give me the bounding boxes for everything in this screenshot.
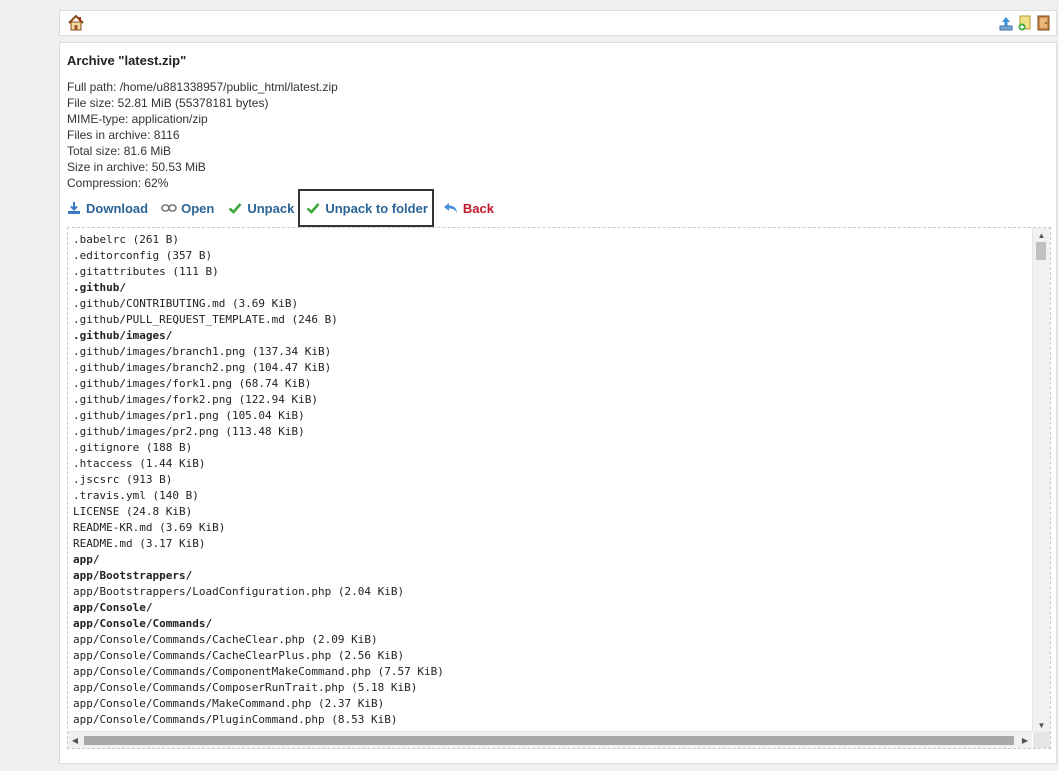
file-entry: .gitattributes (111 B) <box>73 265 219 278</box>
folder-entry: .github/images/ <box>73 329 173 342</box>
back-arrow-icon <box>443 200 459 216</box>
file-entry: app/Bootstrappers/LoadConfiguration.php … <box>73 585 405 598</box>
info-full-path: Full path: /home/u881338957/public_html/… <box>67 80 338 94</box>
scroll-right-icon[interactable]: ▶ <box>1018 732 1032 748</box>
file-entry: .htaccess (1.44 KiB) <box>73 457 206 470</box>
link-icon <box>161 200 177 216</box>
download-button[interactable]: Download <box>66 200 148 216</box>
info-mime-type: MIME-type: application/zip <box>67 112 208 126</box>
back-label: Back <box>462 200 494 216</box>
file-entry: .gitignore (188 B) <box>73 441 193 454</box>
info-files-count: Files in archive: 8116 <box>67 128 180 142</box>
action-bar: Download Open Unpack Unpack to folder Ba… <box>66 189 507 227</box>
horizontal-scrollbar[interactable]: ◀ ▶ <box>68 731 1032 748</box>
folder-entry: app/ <box>73 553 100 566</box>
scroll-up-icon[interactable]: ▲ <box>1033 228 1050 242</box>
scrollbar-corner <box>1033 732 1050 748</box>
file-entry: .github/images/branch2.png (104.47 KiB) <box>73 361 332 374</box>
archive-title: Archive "latest.zip" <box>67 53 187 68</box>
horizontal-scroll-thumb[interactable] <box>84 736 1014 745</box>
exit-icon[interactable] <box>1035 14 1052 32</box>
folder-entry: app/Bootstrappers/ <box>73 569 193 582</box>
file-entry: .github/PULL_REQUEST_TEMPLATE.md (246 B) <box>73 313 338 326</box>
vertical-scroll-thumb[interactable] <box>1036 242 1046 260</box>
new-file-icon[interactable] <box>1016 14 1033 32</box>
file-entry: .babelrc (261 B) <box>73 233 179 246</box>
file-entry: app/Console/Commands/ComposerRunTrait.ph… <box>73 681 418 694</box>
file-entry: .github/CONTRIBUTING.md (3.69 KiB) <box>73 297 299 310</box>
file-list-content: .babelrc (261 B) .editorconfig (357 B) .gi… <box>73 232 444 728</box>
file-entry: app/Console/Commands/ComponentMakeComman… <box>73 665 444 678</box>
unpack-to-folder-label: Unpack to folder <box>325 200 428 216</box>
scroll-left-icon[interactable]: ◀ <box>68 732 82 748</box>
file-entry: README-KR.md (3.69 KiB) <box>73 521 226 534</box>
file-entry: app/Console/Commands/MakeCommand.php (2.… <box>73 697 385 710</box>
file-entry: .jscsrc (913 B) <box>73 473 173 486</box>
file-entry: app/Console/Commands/CacheClearPlus.php … <box>73 649 405 662</box>
file-entry: app/Console/Commands/PluginCommand.php (… <box>73 713 398 726</box>
folder-entry: .github/ <box>73 281 126 294</box>
top-toolbar <box>59 10 1057 36</box>
file-entry: .github/images/pr1.png (105.04 KiB) <box>73 409 305 422</box>
info-compression: Compression: 62% <box>67 176 169 190</box>
upload-icon[interactable] <box>997 14 1014 32</box>
archive-info: Full path: /home/u881338957/public_html/… <box>67 79 338 191</box>
open-label: Open <box>181 200 215 216</box>
checkmark-icon <box>305 200 321 216</box>
info-size-in-archive: Size in archive: 50.53 MiB <box>67 160 206 174</box>
open-button[interactable]: Open <box>161 200 214 216</box>
file-manager-page: Archive "latest.zip" Full path: /home/u8… <box>0 0 1059 771</box>
file-entry: .github/images/fork1.png (68.74 KiB) <box>73 377 312 390</box>
folder-entry: app/Console/ <box>73 601 153 614</box>
file-entry: README.md (3.17 KiB) <box>73 537 206 550</box>
unpack-to-folder-button[interactable]: Unpack to folder <box>298 189 434 227</box>
file-entry: LICENSE (24.8 KiB) <box>73 505 193 518</box>
archive-file-list[interactable]: .babelrc (261 B) .editorconfig (357 B) .gi… <box>67 227 1051 749</box>
home-icon[interactable] <box>66 13 86 33</box>
info-file-size: File size: 52.81 MiB (55378181 bytes) <box>67 96 269 110</box>
checkmark-icon <box>227 200 243 216</box>
file-entry: app/Console/Commands/CacheClear.php (2.0… <box>73 633 378 646</box>
back-button[interactable]: Back <box>443 200 494 216</box>
unpack-button[interactable]: Unpack <box>227 200 294 216</box>
file-entry: .github/images/fork2.png (122.94 KiB) <box>73 393 319 406</box>
vertical-scrollbar[interactable]: ▲ ▼ <box>1032 228 1050 732</box>
archive-panel: Archive "latest.zip" Full path: /home/u8… <box>59 42 1057 764</box>
download-icon <box>66 200 82 216</box>
download-label: Download <box>86 200 149 216</box>
file-entry: .github/images/pr2.png (113.48 KiB) <box>73 425 305 438</box>
info-total-size: Total size: 81.6 MiB <box>67 144 172 158</box>
folder-entry: app/Console/Commands/ <box>73 617 213 630</box>
scroll-down-icon[interactable]: ▼ <box>1033 718 1050 732</box>
file-entry: .github/images/branch1.png (137.34 KiB) <box>73 345 332 358</box>
file-entry: .travis.yml (140 B) <box>73 489 199 502</box>
file-entry: .editorconfig (357 B) <box>73 249 213 262</box>
unpack-label: Unpack <box>247 200 295 216</box>
